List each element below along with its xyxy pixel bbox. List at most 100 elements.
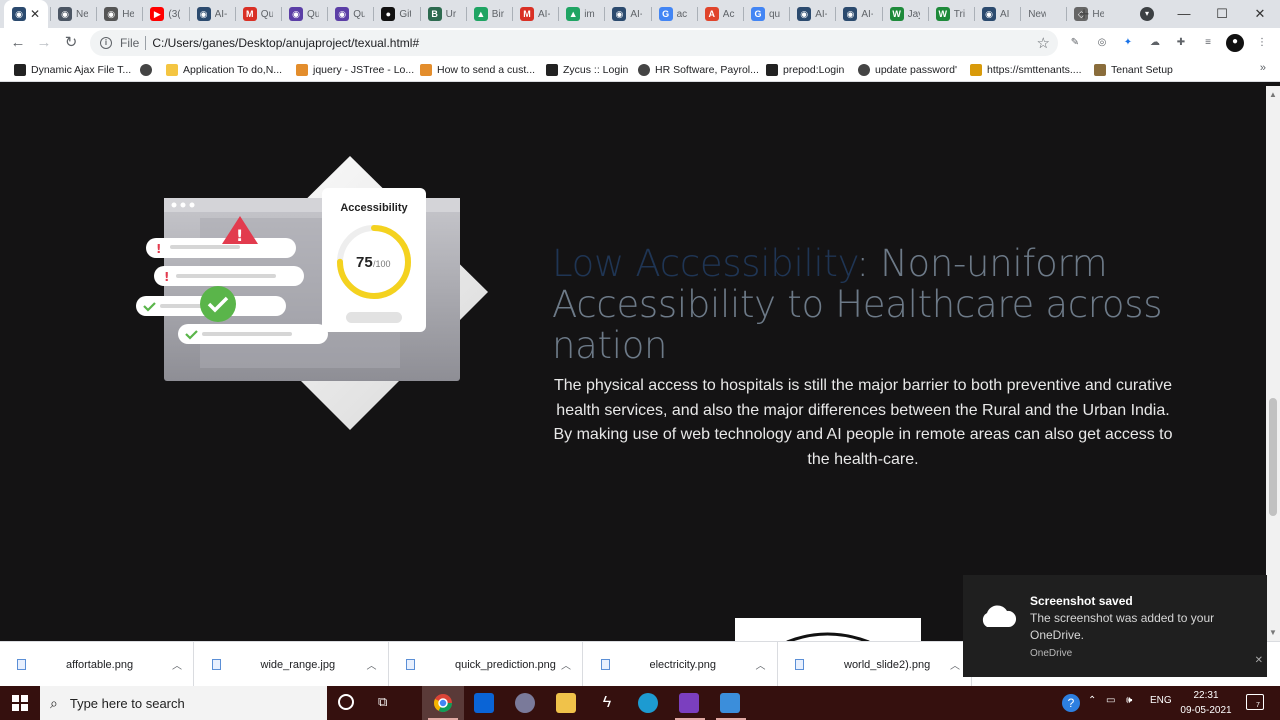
- download-item[interactable]: quick_prediction.png ︿: [389, 642, 583, 687]
- browser-tab[interactable]: M AI-: [514, 2, 550, 26]
- taskbar-search-box[interactable]: ⌕ Type here to search: [40, 686, 327, 720]
- download-options-chevron-icon[interactable]: ︿: [561, 657, 571, 672]
- bookmark-item[interactable]: Application To do,N...: [166, 62, 282, 78]
- page-scrollbar[interactable]: ▲ ▼: [1266, 86, 1280, 641]
- address-bar[interactable]: i File C:/Users/ganes/Desktop/anujaproje…: [90, 30, 1058, 56]
- download-options-chevron-icon[interactable]: ︿: [756, 657, 766, 672]
- download-item[interactable]: world_slide2).png ︿: [778, 642, 972, 687]
- bookmark-item[interactable]: jquery - JSTree - Lo...: [296, 62, 414, 78]
- download-item[interactable]: affortable.png ︿: [0, 642, 194, 687]
- mail-icon[interactable]: [474, 693, 494, 713]
- visual-studio-icon[interactable]: [679, 693, 699, 713]
- download-item[interactable]: electricity.png ︿: [584, 642, 778, 687]
- browser-tab[interactable]: ◉ AI: [976, 2, 1012, 26]
- more-bookmarks-button[interactable]: »: [1260, 62, 1266, 74]
- tab-active[interactable]: ◉ ✕: [4, 0, 48, 28]
- browser-tab[interactable]: A Ac: [699, 2, 735, 26]
- cloud-extension-icon[interactable]: ☁: [1147, 35, 1163, 51]
- browser-tab[interactable]: ◉ AI-: [837, 2, 873, 26]
- browser-tab[interactable]: M Qu: [237, 2, 273, 26]
- download-options-chevron-icon[interactable]: ︿: [367, 657, 377, 672]
- browser-tab[interactable]: Gqu: [745, 2, 781, 26]
- profile-avatar[interactable]: ●: [1226, 34, 1244, 52]
- windows-start-icon[interactable]: [12, 695, 28, 711]
- onedrive-notification[interactable]: Screenshot saved The screenshot was adde…: [963, 575, 1267, 677]
- minimize-button[interactable]: —: [1174, 4, 1194, 24]
- download-filename: electricity.png: [649, 658, 716, 671]
- download-filename: wide_range.jpg: [260, 658, 336, 671]
- download-item[interactable]: wide_range.jpg ︿: [195, 642, 389, 687]
- bookmark-favicon-icon: [140, 64, 152, 76]
- browser-tab[interactable]: W Tri: [930, 2, 966, 26]
- back-button[interactable]: ←: [8, 33, 28, 53]
- scroll-up-icon[interactable]: ▲: [1269, 90, 1277, 99]
- browser-tab[interactable]: WJay: [884, 2, 920, 26]
- tab-search-button[interactable]: ▾: [1140, 7, 1154, 21]
- language-indicator[interactable]: ENG: [1150, 695, 1172, 706]
- extension-bird-icon[interactable]: ✦: [1120, 35, 1136, 51]
- scroll-down-icon[interactable]: ▼: [1269, 628, 1277, 637]
- bookmark-item[interactable]: How to send a cust...: [420, 62, 535, 78]
- bookmark-star-icon[interactable]: ☆: [1037, 34, 1050, 52]
- browser-tab[interactable]: ◉ AI-: [191, 2, 227, 26]
- bookmark-item[interactable]: Tenant Setup: [1094, 62, 1173, 78]
- download-options-chevron-icon[interactable]: ︿: [172, 657, 182, 672]
- reading-list-icon[interactable]: ≡: [1200, 35, 1216, 51]
- task-view-icon[interactable]: ⧉: [378, 694, 394, 710]
- info-icon[interactable]: i: [100, 37, 112, 49]
- new-tab-button[interactable]: +: [1074, 4, 1094, 24]
- tab-title: He: [122, 8, 135, 20]
- bookmark-item[interactable]: [140, 62, 157, 78]
- file-explorer-icon[interactable]: [556, 693, 576, 713]
- bookmark-item[interactable]: Dynamic Ajax File T...: [14, 62, 131, 78]
- browser-tab[interactable]: ◉ AI-: [791, 2, 827, 26]
- checkmark-icon: [200, 286, 236, 322]
- menu-kebab-icon[interactable]: ⋮: [1254, 35, 1270, 51]
- tray-chevron-icon[interactable]: ⌃: [1088, 695, 1096, 706]
- browser-tab[interactable]: ▲ im: [560, 2, 596, 26]
- browser-tab[interactable]: B Ur: [422, 2, 458, 26]
- reload-button[interactable]: ↻: [61, 33, 81, 53]
- browser-tab[interactable]: ◉ New Ta: [52, 2, 88, 26]
- photos-icon[interactable]: [720, 693, 740, 713]
- browser-tab[interactable]: ◉ Qu: [283, 2, 319, 26]
- download-options-chevron-icon[interactable]: ︿: [950, 657, 960, 672]
- volume-icon[interactable]: 🕪: [1126, 695, 1132, 706]
- browser-tab[interactable]: ▶ (3(: [144, 2, 180, 26]
- close-tab-icon[interactable]: ✕: [30, 7, 40, 21]
- score-card-title: Accessibility: [340, 202, 408, 214]
- browser-tab[interactable]: New Ta: [1022, 2, 1058, 26]
- browser-tab[interactable]: ◉ He: [98, 2, 134, 26]
- app-lightning-icon[interactable]: ϟ: [597, 693, 617, 713]
- browser-tab[interactable]: Gac: [653, 2, 689, 26]
- forward-button[interactable]: →: [34, 33, 54, 53]
- extension-circle-icon[interactable]: ◎: [1094, 35, 1110, 51]
- eyedropper-extension-icon[interactable]: ✎: [1067, 35, 1083, 51]
- battery-icon[interactable]: ▭: [1106, 695, 1115, 706]
- scrollbar-thumb[interactable]: [1269, 398, 1277, 516]
- bookmark-item[interactable]: Zycus :: Login: [546, 62, 628, 78]
- bookmark-item[interactable]: prepod:Login: [766, 62, 844, 78]
- bookmark-item[interactable]: https://smttenants....: [970, 62, 1082, 78]
- browser-tab[interactable]: ▲ Bir: [468, 2, 504, 26]
- maximize-button[interactable]: ☐: [1212, 4, 1232, 24]
- tab-separator: [696, 7, 698, 21]
- browser-tab[interactable]: ● Git: [375, 2, 411, 26]
- bookmark-item[interactable]: update password': [858, 62, 957, 78]
- chrome-icon[interactable]: [433, 693, 453, 713]
- bookmark-item[interactable]: HR Software, Payrol...: [638, 62, 759, 78]
- toast-dismiss-icon[interactable]: ✕: [1255, 655, 1263, 666]
- taskbar-clock[interactable]: 22:31 09-05-2021: [1178, 688, 1234, 718]
- edge-icon[interactable]: [638, 693, 658, 713]
- url-text[interactable]: C:/Users/ganes/Desktop/anujaproject/texu…: [152, 36, 419, 50]
- help-icon[interactable]: ?: [1062, 694, 1080, 712]
- cortana-icon[interactable]: [338, 694, 354, 710]
- browser-tab[interactable]: ◉ AI-: [606, 2, 642, 26]
- puzzle-extensions-icon[interactable]: ✚: [1173, 35, 1189, 51]
- notification-center-icon[interactable]: 7: [1246, 694, 1264, 710]
- browser-tab[interactable]: ◉ Qu: [329, 2, 365, 26]
- paint-app-icon[interactable]: [515, 693, 535, 713]
- close-window-button[interactable]: ✕: [1250, 4, 1270, 24]
- download-filename: affortable.png: [66, 658, 134, 671]
- toast-body: The screenshot was added to your OneDriv…: [1030, 611, 1215, 642]
